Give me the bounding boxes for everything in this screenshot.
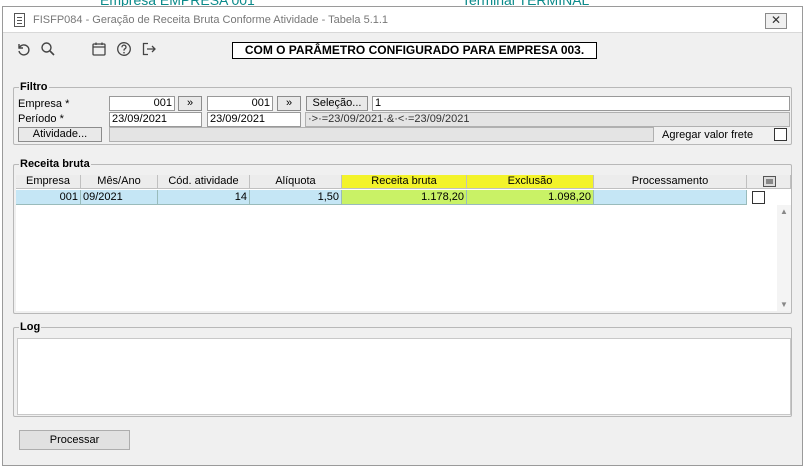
selecao-button[interactable]: Seleção... [306,96,368,111]
toolbar: COM O PARÂMETRO CONFIGURADO PARA EMPRESA… [3,34,802,64]
receita-bruta-table: Empresa Mês/Ano Cód. atividade Alíquota … [16,175,791,311]
empresa-from-lookup-button[interactable]: » [178,96,202,111]
column-header-receita-bruta[interactable]: Receita bruta [342,175,467,189]
cell-aliquota: 1,50 [250,190,342,205]
log-group: Log [13,321,792,417]
empresa-to-lookup-button[interactable]: » [277,96,301,111]
periodo-expression-field: ·>·=23/09/2021·&·<·=23/09/2021 [305,112,790,127]
scroll-down-icon[interactable]: ▼ [780,300,788,309]
periodo-to-input[interactable]: 23/09/2021 [207,112,301,127]
receita-bruta-group: Receita bruta Empresa Mês/Ano Cód. ativi… [13,158,792,314]
selecao-value-field[interactable]: 1 [372,96,790,111]
atividade-value-field [109,127,654,142]
empresa-label: Empresa * [18,98,70,110]
atividade-button[interactable]: Atividade... [18,127,102,142]
filtro-group: Filtro Empresa * 001 » 001 » Seleção... … [13,81,792,145]
cell-mes-ano: 09/2021 [81,190,158,205]
scroll-up-icon[interactable]: ▲ [780,207,788,216]
cell-exclusao: 1.098,20 [467,190,594,205]
document-icon [14,13,25,27]
periodo-from-input[interactable]: 23/09/2021 [109,112,202,127]
window-title: FISFP084 - Geração de Receita Bruta Conf… [33,14,389,26]
main-window: FISFP084 - Geração de Receita Bruta Conf… [2,6,803,466]
help-icon[interactable] [114,39,134,59]
parameter-banner: COM O PARÂMETRO CONFIGURADO PARA EMPRESA… [232,42,597,59]
cell-processamento [594,190,747,205]
cell-receita-bruta: 1.178,20 [342,190,467,205]
search-icon[interactable] [38,39,58,59]
close-button[interactable]: ✕ [765,13,787,29]
row-select-checkbox[interactable] [752,191,765,204]
log-legend: Log [19,321,42,333]
cell-empresa: 001 [16,190,81,205]
calendar-icon[interactable] [89,39,109,59]
empresa-from-input[interactable]: 001 [109,96,175,111]
filtro-legend: Filtro [19,81,49,93]
log-textarea[interactable] [17,338,791,415]
agregar-frete-checkbox[interactable] [774,128,787,141]
periodo-label: Período * [18,113,64,125]
processar-button[interactable]: Processar [19,430,130,450]
exit-icon[interactable] [139,39,159,59]
cell-cod-atividade: 14 [158,190,250,205]
receita-bruta-legend: Receita bruta [19,158,91,170]
column-header-processamento[interactable]: Processamento [594,175,747,189]
select-all-icon[interactable] [763,176,776,187]
title-bar: FISFP084 - Geração de Receita Bruta Conf… [3,7,802,33]
column-header-exclusao[interactable]: Exclusão [467,175,594,189]
column-header-aliquota[interactable]: Alíquota [250,175,342,189]
table-scrollbar[interactable]: ▲ ▼ [777,205,791,311]
empresa-to-input[interactable]: 001 [207,96,273,111]
column-header-cod-atividade[interactable]: Cód. atividade [158,175,250,189]
column-header-mes-ano[interactable]: Mês/Ano [81,175,158,189]
undo-icon[interactable] [13,39,33,59]
agregar-frete-label: Agregar valor frete [662,129,754,141]
column-header-empresa[interactable]: Empresa [16,175,81,189]
